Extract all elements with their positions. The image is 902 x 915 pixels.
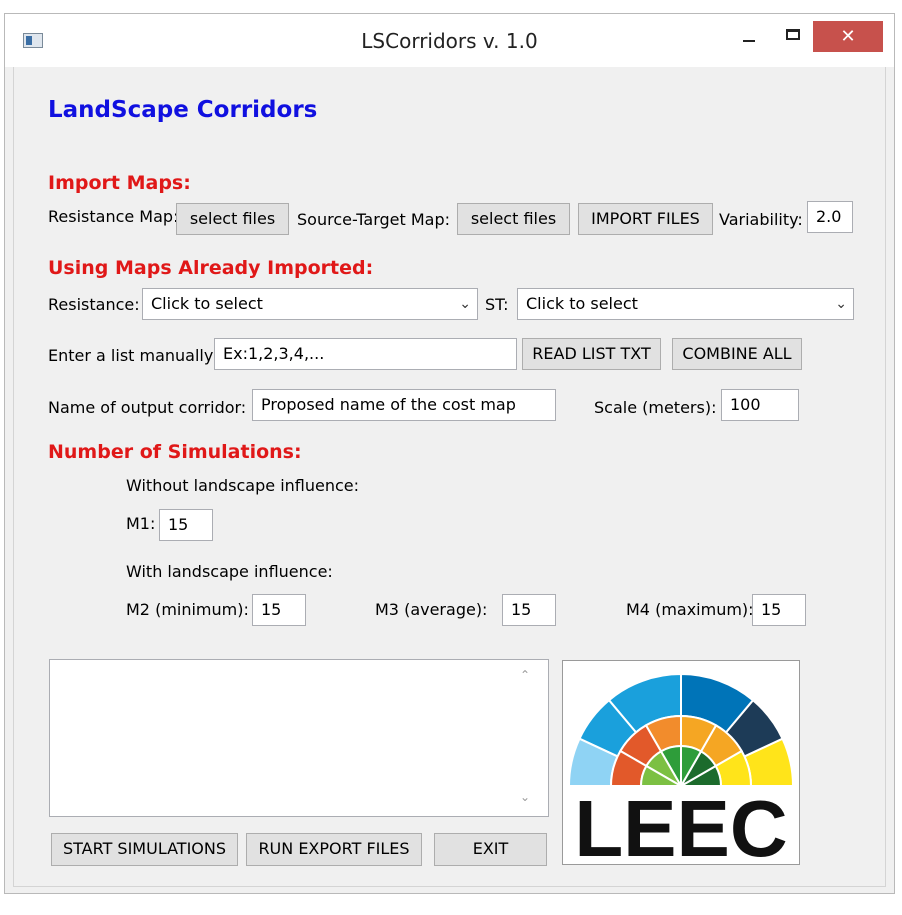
scale-input[interactable]: 100: [721, 389, 799, 421]
list-input[interactable]: Ex:1,2,3,4,...: [214, 338, 517, 370]
m4-label: M4 (maximum):: [626, 600, 754, 619]
resistance-map-label: Resistance Map:: [48, 207, 179, 226]
scale-label: Scale (meters):: [594, 398, 717, 417]
simulations-heading: Number of Simulations:: [48, 441, 302, 463]
leec-logo-graphic: LEEC: [567, 672, 795, 873]
source-target-select-files-button[interactable]: select files: [457, 203, 570, 235]
st-dropdown-value: Click to select: [526, 294, 638, 313]
combine-all-button[interactable]: COMBINE ALL: [672, 338, 802, 370]
m1-input[interactable]: 15: [159, 509, 213, 541]
resistance-select-files-button[interactable]: select files: [176, 203, 289, 235]
start-simulations-button[interactable]: START SIMULATIONS: [51, 833, 238, 866]
window-title: LSCorridors v. 1.0: [361, 29, 538, 53]
logo-fan: [567, 672, 795, 790]
app-window: LSCorridors v. 1.0 ✕ LandScape Corridors…: [4, 13, 895, 894]
m2-label: M2 (minimum):: [126, 600, 249, 619]
variability-input[interactable]: 2.0: [807, 201, 853, 233]
output-corridor-input[interactable]: Proposed name of the cost map: [252, 389, 556, 421]
exit-button[interactable]: EXIT: [434, 833, 547, 866]
m2-input[interactable]: 15: [252, 594, 306, 626]
m3-label: M3 (average):: [375, 600, 488, 619]
list-label: Enter a list manually:: [48, 346, 218, 365]
chevron-down-icon: ⌄: [459, 296, 471, 312]
scroll-down-icon[interactable]: ⌄: [520, 790, 530, 804]
resistance-label: Resistance:: [48, 295, 140, 314]
minimize-button[interactable]: [743, 40, 755, 42]
output-corridor-label: Name of output corridor:: [48, 398, 247, 417]
close-button[interactable]: ✕: [813, 21, 883, 52]
scroll-up-icon[interactable]: ⌃: [520, 668, 530, 682]
leec-logo: LEEC: [562, 660, 800, 873]
st-dropdown[interactable]: Click to select ⌄: [517, 288, 854, 320]
chevron-down-icon: ⌄: [835, 296, 847, 312]
resistance-dropdown-value: Click to select: [151, 294, 263, 313]
main-panel: LandScape Corridors Import Maps: Resista…: [13, 67, 886, 887]
m4-input[interactable]: 15: [752, 594, 806, 626]
m3-input[interactable]: 15: [502, 594, 556, 626]
import-maps-heading: Import Maps:: [48, 172, 191, 194]
with-influence-label: With landscape influence:: [126, 562, 333, 581]
st-label: ST:: [485, 295, 509, 314]
maximize-button[interactable]: [786, 29, 800, 40]
log-textarea[interactable]: ⌃ ⌄: [49, 659, 549, 817]
without-influence-label: Without landscape influence:: [126, 476, 360, 495]
close-icon: ✕: [840, 26, 856, 47]
using-maps-heading: Using Maps Already Imported:: [48, 257, 374, 279]
app-heading: LandScape Corridors: [48, 97, 318, 123]
import-files-button[interactable]: IMPORT FILES: [578, 203, 713, 235]
m1-label: M1:: [126, 514, 156, 533]
run-export-files-button[interactable]: RUN EXPORT FILES: [246, 833, 422, 866]
variability-label: Variability:: [719, 210, 803, 229]
title-bar: LSCorridors v. 1.0 ✕: [5, 14, 894, 67]
read-list-txt-button[interactable]: READ LIST TXT: [522, 338, 661, 370]
source-target-map-label: Source-Target Map:: [297, 210, 450, 229]
logo-text: LEEC: [574, 784, 787, 864]
resistance-dropdown[interactable]: Click to select ⌄: [142, 288, 478, 320]
